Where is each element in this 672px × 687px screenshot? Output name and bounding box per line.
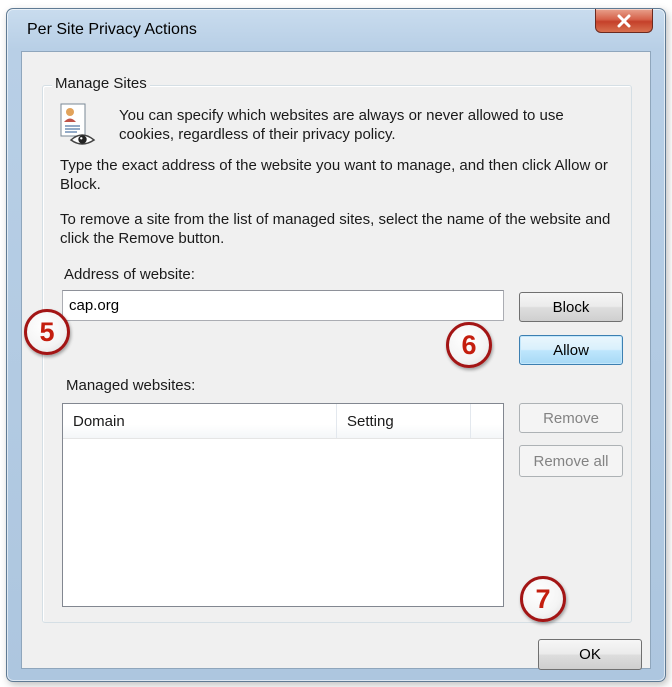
dialog-client-area: Manage Sites You can specify which websi… xyxy=(21,51,651,670)
group-legend: Manage Sites xyxy=(52,75,150,92)
block-button[interactable]: Block xyxy=(519,292,623,322)
ok-button[interactable]: OK xyxy=(538,639,642,670)
remove-button[interactable]: Remove xyxy=(519,403,623,433)
instruction-text-add: Type the exact address of the website yo… xyxy=(60,157,608,193)
column-header-domain[interactable]: Domain xyxy=(63,404,337,438)
remove-all-button[interactable]: Remove all xyxy=(519,445,623,477)
column-header-setting[interactable]: Setting xyxy=(337,404,471,438)
step-7-marker: 7 xyxy=(520,576,566,622)
list-header: Domain Setting xyxy=(63,404,503,439)
step-6-marker: 6 xyxy=(446,322,492,368)
allow-button[interactable]: Allow xyxy=(519,335,623,365)
info-text: You can specify which websites are alway… xyxy=(119,107,564,143)
managed-websites-label: Managed websites: xyxy=(66,377,196,394)
step-5-marker: 5 xyxy=(24,309,70,355)
address-input[interactable] xyxy=(62,290,504,321)
managed-websites-list[interactable]: Domain Setting xyxy=(62,403,504,607)
window-title: Per Site Privacy Actions xyxy=(27,21,197,38)
address-label: Address of website: xyxy=(64,266,195,283)
dialog-window: Per Site Privacy Actions Manage Sites Yo… xyxy=(6,8,666,682)
title-bar[interactable]: Per Site Privacy Actions xyxy=(7,9,665,51)
close-icon xyxy=(617,14,631,27)
instruction-text-remove: To remove a site from the list of manage… xyxy=(60,211,611,247)
column-header-filler xyxy=(471,404,503,438)
privacy-document-eye-icon xyxy=(58,102,98,148)
close-button[interactable] xyxy=(595,9,653,33)
